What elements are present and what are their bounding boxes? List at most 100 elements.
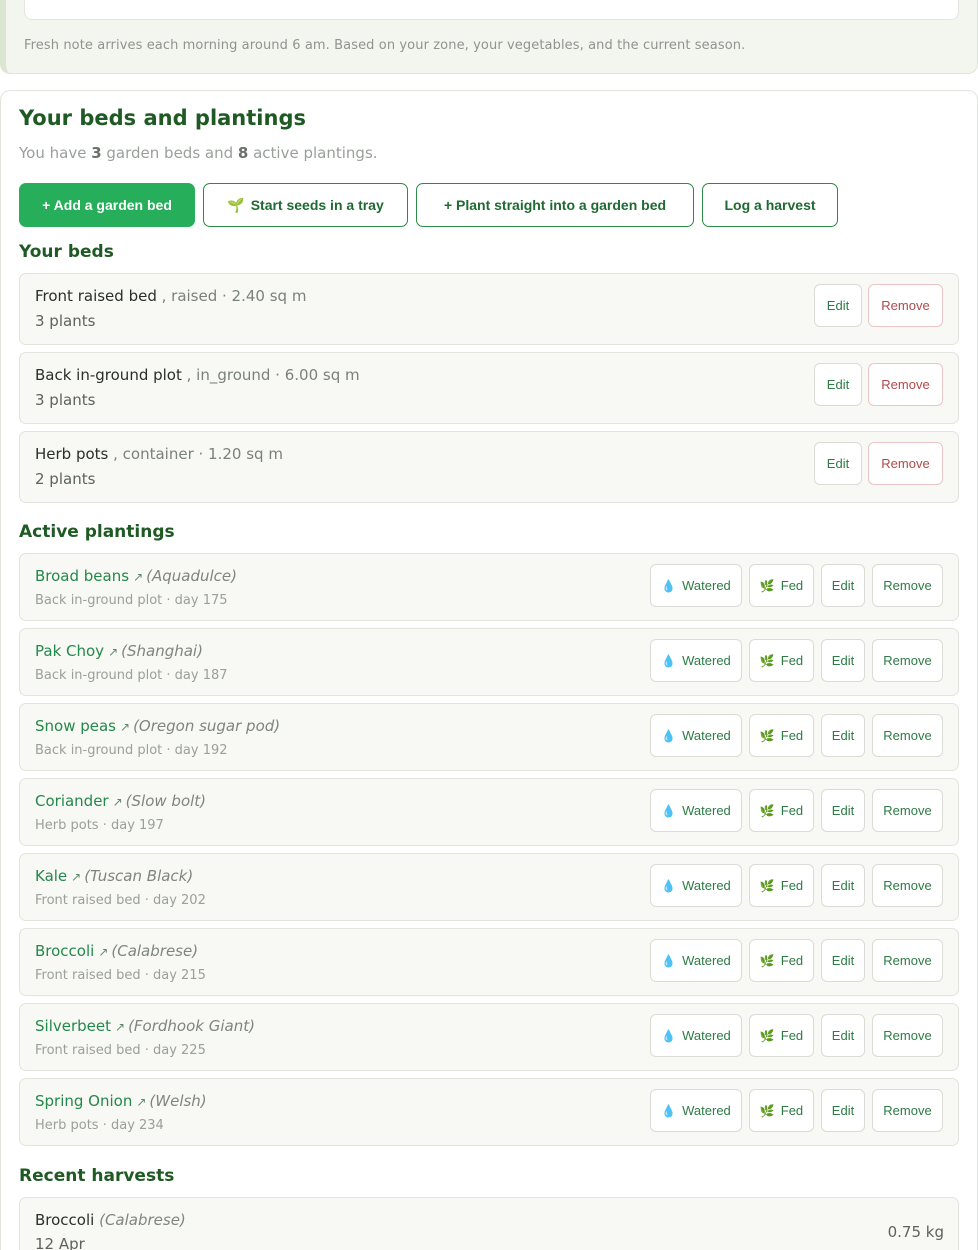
leaf-icon: 🌿 — [759, 578, 775, 593]
remove-planting-button[interactable]: Remove — [872, 939, 943, 982]
watered-label: Watered — [682, 878, 731, 893]
arrow-up-right-icon: ↗ — [112, 795, 123, 809]
water-drop-icon: 💧 — [661, 1028, 677, 1043]
bed-name: Back in-ground plot , in_ground · 6.00 s… — [35, 366, 360, 384]
planting-name: Silverbeet ↗ (Fordhook Giant) — [35, 1017, 255, 1035]
bed-meta: , container · 1.20 sq m — [108, 445, 283, 463]
water-drop-icon: 💧 — [661, 728, 677, 743]
planting-variety: (Aquadulce) — [146, 567, 237, 585]
fed-button[interactable]: 🌿 Fed — [749, 864, 814, 907]
planting-name-link[interactable]: Broad beans — [35, 567, 129, 585]
planting-row: Snow peas ↗ (Oregon sugar pod) Back in-grou… — [19, 703, 959, 771]
log-harvest-button[interactable]: Log a harvest — [702, 183, 838, 227]
edit-planting-button[interactable]: Edit — [821, 864, 865, 907]
plant-straight-button[interactable]: + Plant straight into a garden bed — [416, 183, 694, 227]
beds-heading: Your beds — [19, 242, 114, 262]
planting-name-link[interactable]: Kale — [35, 867, 67, 885]
fed-button[interactable]: 🌿 Fed — [749, 714, 814, 757]
edit-bed-button[interactable]: Edit — [814, 442, 862, 485]
remove-planting-button[interactable]: Remove — [872, 564, 943, 607]
planting-variety: (Calabrese) — [111, 942, 199, 960]
planting-name: Spring Onion ↗ (Welsh) — [35, 1092, 207, 1110]
planting-location-day: Back in-ground plot · day 187 — [35, 668, 228, 683]
fed-label: Fed — [780, 728, 804, 743]
planting-name-link[interactable]: Coriander — [35, 792, 109, 810]
edit-bed-button[interactable]: Edit — [814, 363, 862, 406]
watered-button[interactable]: 💧 Watered — [650, 714, 742, 757]
bed-name-text: Back in-ground plot — [35, 366, 182, 384]
watered-button[interactable]: 💧 Watered — [650, 564, 742, 607]
edit-planting-button[interactable]: Edit — [821, 564, 865, 607]
water-drop-icon: 💧 — [661, 1103, 677, 1118]
watered-button[interactable]: 💧 Watered — [650, 864, 742, 907]
planting-variety: (Fordhook Giant) — [128, 1017, 255, 1035]
planting-variety: (Tuscan Black) — [84, 867, 194, 885]
bed-count: 3 — [91, 144, 102, 162]
watered-button[interactable]: 💧 Watered — [650, 639, 742, 682]
edit-planting-button[interactable]: Edit — [821, 789, 865, 832]
edit-planting-button[interactable]: Edit — [821, 639, 865, 682]
remove-planting-button[interactable]: Remove — [872, 639, 943, 682]
fed-label: Fed — [780, 653, 804, 668]
fed-button[interactable]: 🌿 Fed — [749, 1089, 814, 1132]
bed-row: Herb pots , container · 1.20 sq m 2 plant… — [19, 431, 959, 503]
planting-name-link[interactable]: Spring Onion — [35, 1092, 132, 1110]
watered-button[interactable]: 💧 Watered — [650, 1089, 742, 1132]
planting-row: Silverbeet ↗ (Fordhook Giant) Front raised … — [19, 1003, 959, 1071]
arrow-up-right-icon: ↗ — [98, 945, 109, 959]
watered-label: Watered — [682, 953, 731, 968]
planting-name-link[interactable]: Silverbeet — [35, 1017, 111, 1035]
planting-name: Pak Choy ↗ (Shanghai) — [35, 642, 203, 660]
fed-label: Fed — [780, 1028, 804, 1043]
remove-bed-button[interactable]: Remove — [868, 363, 943, 406]
planting-location-day: Herb pots · day 197 — [35, 818, 164, 833]
bed-plant-count: 3 plants — [35, 312, 96, 330]
remove-planting-button[interactable]: Remove — [872, 864, 943, 907]
fed-button[interactable]: 🌿 Fed — [749, 789, 814, 832]
planting-name: Broad beans ↗ (Aquadulce) — [35, 567, 237, 585]
planting-variety: (Oregon sugar pod) — [133, 717, 281, 735]
edit-planting-button[interactable]: Edit — [821, 1014, 865, 1057]
daily-note-footer: Fresh note arrives each morning around 6… — [24, 38, 746, 53]
add-garden-bed-button[interactable]: + Add a garden bed — [19, 183, 195, 227]
remove-planting-button[interactable]: Remove — [872, 1014, 943, 1057]
daily-note-card: Fresh note arrives each morning around 6… — [0, 0, 978, 74]
water-drop-icon: 💧 — [661, 953, 677, 968]
planting-name-link[interactable]: Broccoli — [35, 942, 94, 960]
leaf-icon: 🌿 — [759, 1028, 775, 1043]
arrow-up-right-icon: ↗ — [115, 1020, 126, 1034]
planting-name: Kale ↗ (Tuscan Black) — [35, 867, 193, 885]
edit-planting-button[interactable]: Edit — [821, 1089, 865, 1132]
remove-planting-button[interactable]: Remove — [872, 1089, 943, 1132]
edit-bed-button[interactable]: Edit — [814, 284, 862, 327]
edit-planting-button[interactable]: Edit — [821, 714, 865, 757]
remove-planting-button[interactable]: Remove — [872, 714, 943, 757]
watered-button[interactable]: 💧 Watered — [650, 1014, 742, 1057]
edit-planting-button[interactable]: Edit — [821, 939, 865, 982]
start-seeds-button[interactable]: 🌱 Start seeds in a tray — [203, 183, 408, 227]
remove-bed-button[interactable]: Remove — [868, 442, 943, 485]
fed-button[interactable]: 🌿 Fed — [749, 1014, 814, 1057]
fed-button[interactable]: 🌿 Fed — [749, 939, 814, 982]
water-drop-icon: 💧 — [661, 578, 677, 593]
fed-label: Fed — [780, 1103, 804, 1118]
watered-button[interactable]: 💧 Watered — [650, 789, 742, 832]
arrow-up-right-icon: ↗ — [71, 870, 82, 884]
bed-plant-count: 3 plants — [35, 391, 96, 409]
planting-variety: (Shanghai) — [121, 642, 203, 660]
watered-button[interactable]: 💧 Watered — [650, 939, 742, 982]
remove-bed-button[interactable]: Remove — [868, 284, 943, 327]
fed-button[interactable]: 🌿 Fed — [749, 639, 814, 682]
planting-name-link[interactable]: Pak Choy — [35, 642, 104, 660]
planting-row: Kale ↗ (Tuscan Black) Front raised bed · da… — [19, 853, 959, 921]
harvest-variety: (Calabrese) — [99, 1211, 186, 1229]
harvest-name: Broccoli (Calabrese) — [35, 1211, 186, 1229]
planting-row: Broad beans ↗ (Aquadulce) Back in-ground pl… — [19, 553, 959, 621]
remove-planting-button[interactable]: Remove — [872, 789, 943, 832]
planting-name-link[interactable]: Snow peas — [35, 717, 116, 735]
harvests-heading: Recent harvests — [19, 1166, 175, 1186]
bed-plant-count: 2 plants — [35, 470, 96, 488]
bed-name-text: Front raised bed — [35, 287, 157, 305]
watered-label: Watered — [682, 803, 731, 818]
fed-button[interactable]: 🌿 Fed — [749, 564, 814, 607]
